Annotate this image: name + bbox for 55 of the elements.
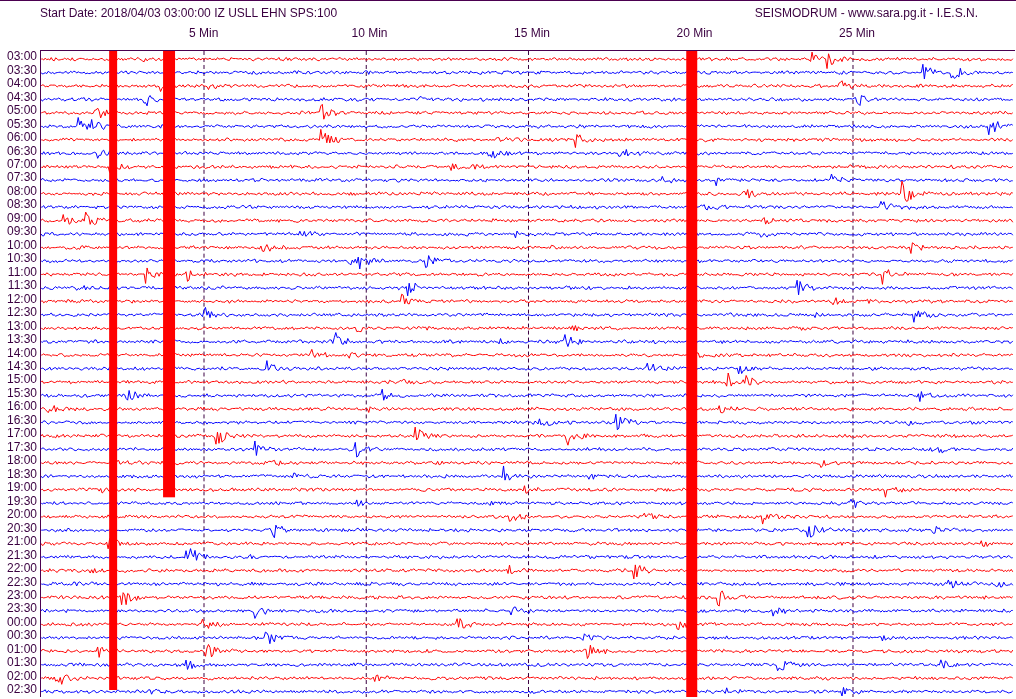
time-label: 12:30	[6, 306, 37, 320]
time-label: 21:30	[6, 548, 37, 562]
time-label: 23:30	[6, 602, 37, 616]
time-label: 06:30	[6, 144, 37, 158]
time-label: 05:00	[6, 104, 37, 118]
time-label: 19:30	[6, 494, 37, 508]
time-label: 05:30	[6, 117, 37, 131]
time-label: 14:00	[6, 346, 37, 360]
time-label: 01:00	[6, 642, 37, 656]
time-label: 10:30	[6, 252, 37, 266]
time-label: 00:00	[6, 615, 37, 629]
time-label: 15:30	[6, 386, 37, 400]
start-date-info: Start Date: 2018/04/03 03:00:00 IZ USLL EHN SPS:100	[40, 6, 338, 20]
time-label: 02:00	[6, 669, 37, 683]
time-label: 12:00	[6, 292, 37, 306]
minute-label: 5 Min	[189, 26, 219, 40]
time-label: 20:00	[6, 508, 37, 522]
time-label: 15:00	[6, 373, 37, 387]
minute-label: 25 Min	[839, 26, 876, 40]
time-label: 16:00	[6, 400, 37, 414]
time-label: 21:00	[6, 535, 37, 549]
time-label: 20:30	[6, 521, 37, 535]
time-label: 02:30	[6, 683, 37, 697]
time-label: 06:00	[6, 131, 37, 145]
time-label: 11:00	[7, 265, 37, 279]
time-label: 07:30	[6, 171, 37, 185]
time-label: 22:00	[6, 562, 37, 576]
time-label: 18:00	[6, 454, 37, 468]
time-label: 04:00	[6, 77, 37, 91]
time-label: 00:30	[6, 629, 37, 643]
time-label: 11:30	[7, 279, 37, 293]
time-label: 09:30	[6, 225, 37, 239]
time-label: 08:30	[6, 198, 37, 212]
time-label: 23:00	[6, 589, 37, 602]
source-credit: SEISMODRUM - www.sara.pg.it - I.E.S.N.	[754, 6, 978, 20]
time-label: 18:30	[6, 467, 37, 481]
time-label: 19:00	[6, 481, 37, 495]
time-label: 03:30	[6, 63, 37, 77]
time-label: 13:30	[6, 333, 37, 347]
minute-label: 10 Min	[351, 26, 388, 40]
minute-label: 20 Min	[676, 26, 713, 40]
time-label: 14:30	[6, 360, 37, 373]
time-label: 22:30	[6, 575, 37, 589]
time-label: 10:00	[6, 238, 37, 252]
time-label: 17:30	[6, 440, 37, 454]
minute-label: 15 Min	[514, 26, 551, 40]
time-label: 04:30	[6, 90, 37, 104]
time-label: 16:30	[6, 413, 37, 427]
time-label: 03:00	[6, 50, 37, 64]
time-label: 09:00	[6, 211, 37, 225]
time-label: 01:30	[6, 656, 37, 670]
time-label: 17:00	[6, 427, 37, 441]
time-label: 13:00	[6, 319, 37, 333]
time-label: 08:00	[6, 184, 37, 198]
time-label: 07:00	[6, 158, 37, 171]
